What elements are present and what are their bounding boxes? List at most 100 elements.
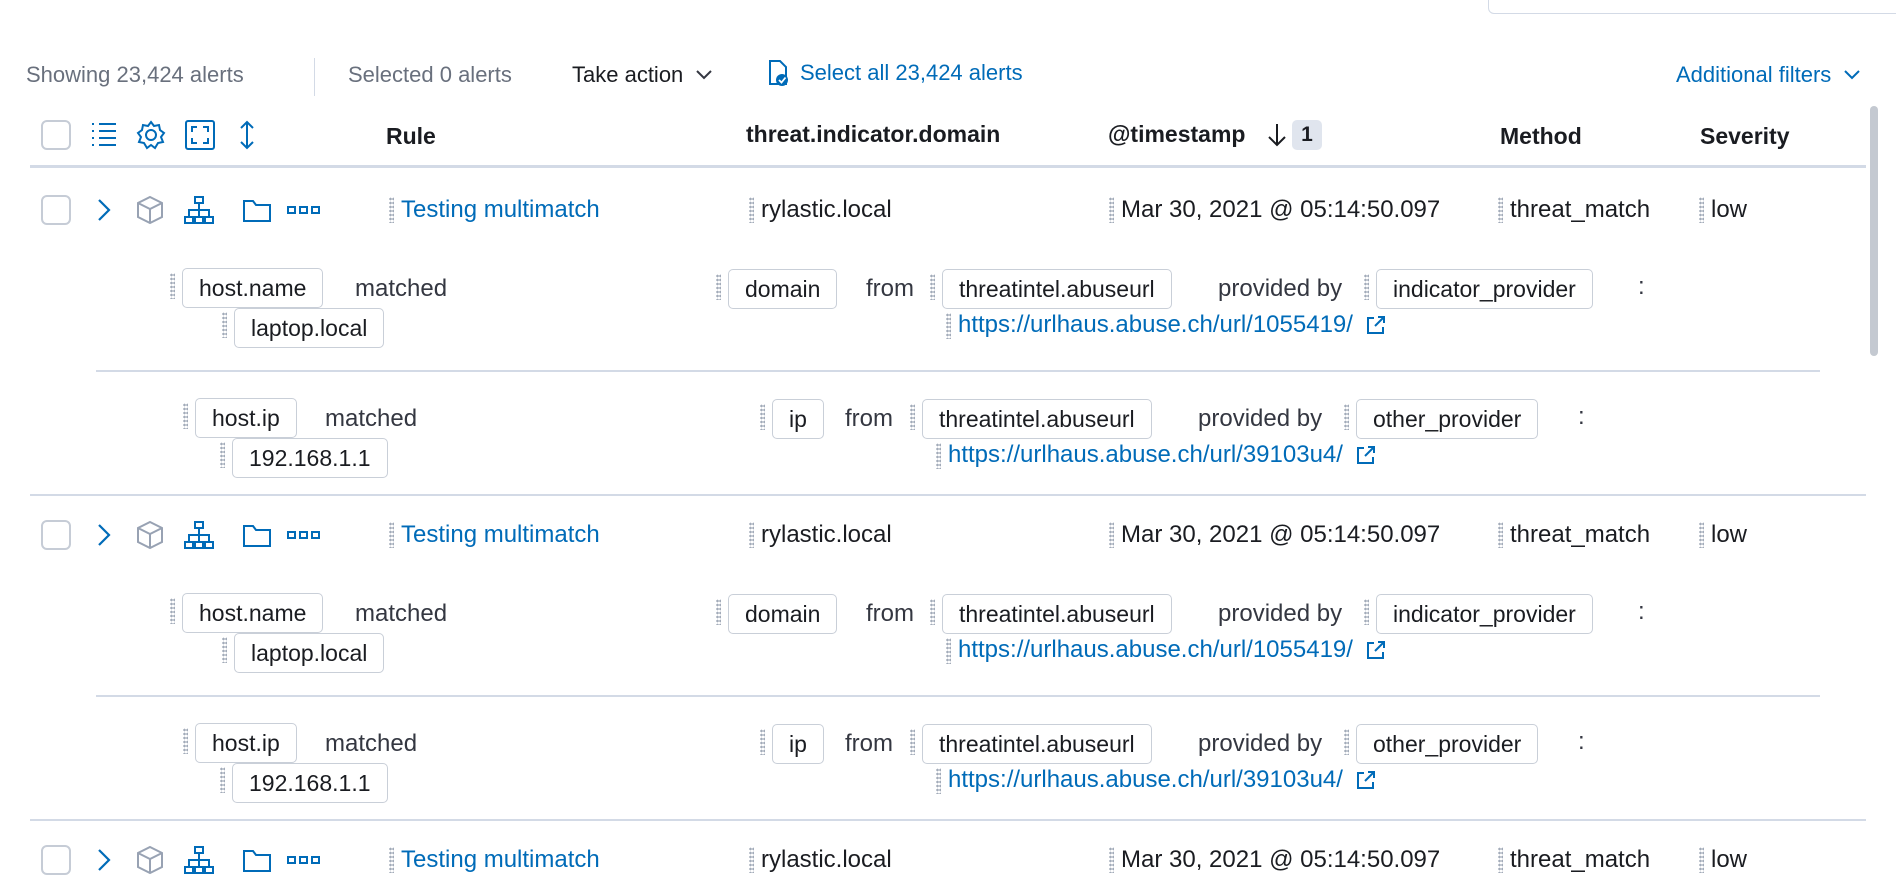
drag-handle[interactable] — [930, 599, 935, 625]
drag-handle[interactable] — [749, 847, 754, 873]
row-checkbox[interactable] — [41, 845, 71, 875]
drag-handle[interactable] — [760, 729, 765, 755]
cube-icon[interactable] — [135, 845, 165, 875]
match-value-badge[interactable]: 192.168.1.1 — [232, 763, 388, 803]
folder-icon[interactable] — [242, 197, 272, 223]
indicator-reference-link[interactable]: https://urlhaus.abuse.ch/url/39103u4/ — [948, 441, 1377, 469]
drag-handle[interactable] — [716, 274, 721, 300]
select-all-button[interactable]: Select all 23,424 alerts — [766, 59, 1023, 87]
cube-icon[interactable] — [135, 195, 165, 225]
rule-link[interactable]: Testing multimatch — [401, 196, 600, 224]
select-all-checkbox[interactable] — [41, 120, 71, 150]
drag-handle[interactable] — [910, 404, 915, 430]
indicator-source-badge[interactable]: threatintel.abuseurl — [942, 594, 1172, 634]
indicator-type-badge[interactable]: ip — [772, 399, 824, 439]
match-value-badge[interactable]: laptop.local — [234, 633, 385, 673]
row-height-icon[interactable] — [236, 120, 258, 150]
drag-handle[interactable] — [936, 443, 941, 469]
indicator-provider-badge[interactable]: indicator_provider — [1376, 594, 1593, 634]
drag-handle[interactable] — [1699, 847, 1704, 873]
indicator-provider-badge[interactable]: other_provider — [1356, 399, 1539, 439]
drag-handle[interactable] — [1344, 729, 1349, 755]
take-action-button[interactable]: Take action — [572, 62, 713, 88]
drag-handle[interactable] — [389, 522, 394, 548]
indicator-source-badge[interactable]: threatintel.abuseurl — [922, 724, 1152, 764]
drag-handle[interactable] — [1364, 599, 1369, 625]
indicator-provider-badge[interactable]: indicator_provider — [1376, 269, 1593, 309]
indicator-type-badge[interactable]: domain — [728, 594, 838, 634]
match-field-badge[interactable]: host.ip — [195, 398, 297, 438]
indicator-reference-link[interactable]: https://urlhaus.abuse.ch/url/39103u4/ — [948, 766, 1377, 794]
drag-handle[interactable] — [1109, 847, 1114, 873]
drag-handle[interactable] — [749, 197, 754, 223]
analyze-tree-icon[interactable] — [183, 195, 215, 225]
drag-handle[interactable] — [1498, 522, 1503, 548]
drag-handle[interactable] — [1699, 522, 1704, 548]
drag-handle[interactable] — [910, 729, 915, 755]
indicator-source-badge[interactable]: threatintel.abuseurl — [942, 269, 1172, 309]
drag-handle[interactable] — [1498, 197, 1503, 223]
match-field-badge[interactable]: host.name — [182, 593, 324, 633]
drag-handle[interactable] — [716, 599, 721, 625]
folder-icon[interactable] — [242, 847, 272, 873]
indicator-reference-link[interactable]: https://urlhaus.abuse.ch/url/1055419/ — [958, 311, 1387, 339]
drag-handle[interactable] — [1109, 197, 1114, 223]
analyze-tree-icon[interactable] — [183, 845, 215, 875]
drag-handle[interactable] — [222, 637, 227, 663]
drag-handle[interactable] — [183, 403, 188, 429]
drag-handle[interactable] — [946, 638, 951, 664]
gear-icon[interactable] — [136, 120, 166, 150]
additional-filters-button[interactable]: Additional filters — [1676, 62, 1861, 88]
match-value-badge[interactable]: 192.168.1.1 — [232, 438, 388, 478]
expand-chevron-icon[interactable] — [96, 197, 112, 223]
row-checkbox[interactable] — [41, 520, 71, 550]
query-box[interactable] — [1488, 0, 1896, 14]
drag-handle[interactable] — [170, 273, 175, 299]
drag-handle[interactable] — [1344, 404, 1349, 430]
indicator-source-badge[interactable]: threatintel.abuseurl — [922, 399, 1152, 439]
more-actions-icon[interactable] — [287, 205, 321, 215]
drag-handle[interactable] — [1364, 274, 1369, 300]
column-header-severity[interactable]: Severity — [1700, 123, 1790, 150]
drag-handle[interactable] — [936, 768, 941, 794]
folder-icon[interactable] — [242, 522, 272, 548]
scrollbar[interactable] — [1870, 106, 1878, 356]
column-header-method[interactable]: Method — [1500, 123, 1582, 150]
match-field-badge[interactable]: host.ip — [195, 723, 297, 763]
drag-handle[interactable] — [946, 313, 951, 339]
analyze-tree-icon[interactable] — [183, 520, 215, 550]
list-icon[interactable] — [90, 121, 118, 147]
more-actions-icon[interactable] — [287, 855, 321, 865]
indicator-type-badge[interactable]: domain — [728, 269, 838, 309]
drag-handle[interactable] — [749, 522, 754, 548]
expand-chevron-icon[interactable] — [96, 847, 112, 873]
column-header-domain[interactable]: threat.indicator.domain — [746, 121, 1000, 148]
drag-handle[interactable] — [1699, 197, 1704, 223]
column-header-timestamp[interactable]: @timestamp — [1108, 121, 1245, 148]
rule-link[interactable]: Testing multimatch — [401, 846, 600, 874]
drag-handle[interactable] — [183, 728, 188, 754]
provided-by-label: provided by — [1218, 600, 1343, 627]
drag-handle[interactable] — [220, 767, 225, 793]
drag-handle[interactable] — [760, 404, 765, 430]
drag-handle[interactable] — [170, 598, 175, 624]
drag-handle[interactable] — [1109, 522, 1114, 548]
rule-link[interactable]: Testing multimatch — [401, 521, 600, 549]
indicator-reference-link[interactable]: https://urlhaus.abuse.ch/url/1055419/ — [958, 636, 1387, 664]
more-actions-icon[interactable] — [287, 530, 321, 540]
drag-handle[interactable] — [220, 442, 225, 468]
cube-icon[interactable] — [135, 520, 165, 550]
drag-handle[interactable] — [389, 847, 394, 873]
drag-handle[interactable] — [1498, 847, 1503, 873]
indicator-type-badge[interactable]: ip — [772, 724, 824, 764]
match-value-badge[interactable]: laptop.local — [234, 308, 385, 348]
indicator-provider-badge[interactable]: other_provider — [1356, 724, 1539, 764]
column-header-rule[interactable]: Rule — [386, 123, 436, 150]
expand-chevron-icon[interactable] — [96, 522, 112, 548]
row-checkbox[interactable] — [41, 195, 71, 225]
match-field-badge[interactable]: host.name — [182, 268, 324, 308]
drag-handle[interactable] — [222, 312, 227, 338]
drag-handle[interactable] — [930, 274, 935, 300]
drag-handle[interactable] — [389, 197, 394, 223]
fullscreen-icon[interactable] — [184, 119, 216, 151]
